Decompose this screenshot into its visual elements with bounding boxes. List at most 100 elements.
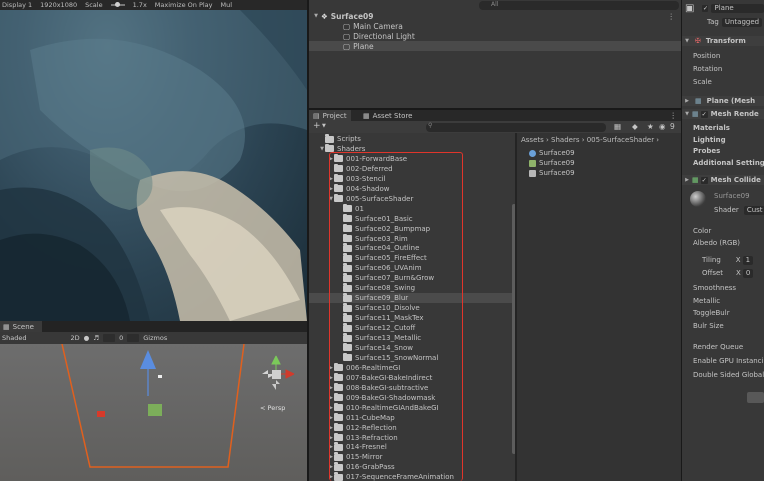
scene-menu-icon[interactable]: ⋮ xyxy=(668,12,676,21)
effects-dropdown[interactable] xyxy=(103,334,116,342)
mute-toggle[interactable]: Mul xyxy=(221,1,233,9)
scene-orientation-gizmo-icon[interactable] xyxy=(254,352,298,396)
material-sphere-icon xyxy=(529,149,536,157)
component-title: Plane (Mesh xyxy=(706,97,756,105)
scale-value: 1.7x xyxy=(132,1,147,9)
create-button[interactable]: + xyxy=(313,121,321,131)
highlight-annotation-box xyxy=(329,152,463,481)
inspector-field-label: ToggleBulr xyxy=(693,309,730,317)
audio-toggle-icon[interactable]: ♬ xyxy=(93,334,99,342)
unity-scene-icon: ❖ xyxy=(321,11,328,21)
breadcrumb[interactable]: Assets › Shaders › 005-SurfaceShader › xyxy=(521,136,659,144)
project-search-input[interactable] xyxy=(426,123,606,132)
shader-row: Shader Cust xyxy=(682,205,764,215)
transform-component-header[interactable]: ▼ ✠ Transform xyxy=(682,36,764,46)
transform-icon: ✠ xyxy=(695,37,701,45)
favorite-star-icon[interactable]: ★ xyxy=(647,122,654,131)
inspector-field-label: Albedo (RGB) xyxy=(693,239,740,247)
offset-x-field[interactable]: 0 xyxy=(742,268,754,278)
offset-label: Offset xyxy=(702,269,724,277)
mode-2d-button[interactable]: 2D xyxy=(70,334,79,342)
expand-arrow-icon[interactable]: ▼ xyxy=(684,111,690,117)
shader-dropdown[interactable]: Cust xyxy=(743,205,764,215)
inspector-field-label: Double Sided Global xyxy=(693,371,764,379)
inspector-field-label: Color xyxy=(693,227,712,235)
hierarchy-item-plane[interactable]: ▢ Plane xyxy=(309,41,681,51)
hierarchy-item-directional-light[interactable]: ▢ Directional Light xyxy=(309,31,681,41)
pane-divider[interactable] xyxy=(515,133,517,481)
component-enabled-checkbox[interactable]: ✓ xyxy=(700,110,708,118)
tiling-x-field[interactable]: 1 xyxy=(742,255,754,265)
game-render xyxy=(0,10,307,321)
tab-scene[interactable]: ▦ Scene xyxy=(0,321,42,332)
scale-label: Scale xyxy=(85,1,103,9)
tag-row: Tag Untagged xyxy=(682,17,764,27)
tab-project[interactable]: ▤ Project xyxy=(309,110,351,121)
filter-by-label-icon[interactable]: ◆ xyxy=(632,122,638,131)
mesh-renderer-component-header[interactable]: ▼ ▦ ✓ Mesh Rende xyxy=(682,109,764,119)
hidden-objects-count[interactable]: 0 xyxy=(119,334,123,342)
mesh-collider-component-header[interactable]: ▶ ▦ ✓ Mesh Collide xyxy=(682,175,764,185)
display-dropdown[interactable]: Display 1 xyxy=(2,1,32,9)
component-title: Mesh Collide xyxy=(710,176,761,184)
hierarchy-search-input[interactable]: All xyxy=(479,1,679,10)
tiling-x-label: X xyxy=(735,256,741,264)
filter-by-type-icon[interactable]: ▦ xyxy=(614,122,621,131)
folder-icon xyxy=(325,134,334,143)
asset-label: Surface09 xyxy=(539,169,575,177)
add-component-button[interactable] xyxy=(747,392,764,403)
gizmos-dropdown[interactable]: Gizmos xyxy=(143,334,167,342)
folder-tree-item[interactable]: Scripts xyxy=(309,134,515,144)
scene-toolbar: Shaded 2D ● ♬ 0 Gizmos xyxy=(0,332,307,344)
object-name-field[interactable]: Plane xyxy=(711,3,764,13)
tiling-row: Tiling X 1 xyxy=(682,255,764,265)
game-toolbar: Display 1 1920x1080 Scale 1.7x Maximize … xyxy=(0,0,307,10)
project-asset-pane[interactable]: Assets › Shaders › 005-SurfaceShader › S… xyxy=(517,133,681,481)
tab-label: Asset Store xyxy=(372,111,413,120)
hierarchy-panel: All ▼ ❖ Surface09 ⋮ ▢ Main Camera ▢ Dire… xyxy=(309,0,681,108)
visibility-eye-icon[interactable]: ◉ xyxy=(659,122,666,131)
inspector-field-label: Render Queue xyxy=(693,343,744,351)
lighting-toggle-icon[interactable]: ● xyxy=(84,334,90,342)
scene-tab-label: Scene xyxy=(12,322,34,331)
gameobject-cube-icon: ▢ xyxy=(343,41,351,51)
collapse-arrow-icon[interactable]: ▼ xyxy=(313,13,319,19)
hierarchy-item-main-camera[interactable]: ▢ Main Camera xyxy=(309,21,681,31)
scene-icon xyxy=(529,159,536,167)
gameobject-cube-icon: ▢ xyxy=(343,31,351,41)
scene-name: Surface09 xyxy=(330,11,374,21)
perspective-label[interactable]: < Persp xyxy=(260,404,285,412)
expand-arrow-icon[interactable]: ▶ xyxy=(684,98,690,104)
panel-divider[interactable] xyxy=(307,0,309,481)
asset-item[interactable]: Surface09 xyxy=(529,168,575,178)
panel-menu-icon[interactable]: ⋮ xyxy=(670,111,678,120)
resolution-dropdown[interactable]: 1920x1080 xyxy=(40,1,77,9)
expand-arrow-icon[interactable]: ▶ xyxy=(684,177,690,183)
tab-label: Project xyxy=(322,111,347,120)
scale-slider[interactable] xyxy=(110,2,125,7)
asset-item[interactable]: Surface09 xyxy=(529,148,575,158)
component-enabled-checkbox[interactable]: ✓ xyxy=(700,176,708,184)
tag-dropdown[interactable]: Untagged xyxy=(721,17,763,27)
offset-x-label: X xyxy=(736,269,741,277)
shader-icon xyxy=(529,169,536,177)
game-view[interactable] xyxy=(0,10,307,321)
create-dropdown-icon[interactable]: ▼ xyxy=(322,123,326,129)
scene-view[interactable]: < Persp xyxy=(0,344,307,481)
panel-divider[interactable] xyxy=(309,108,681,110)
inspector-field-label: Enable GPU Instanci xyxy=(693,357,764,365)
hierarchy-item-label: Plane xyxy=(353,41,374,51)
tab-asset-store[interactable]: ▦ Asset Store xyxy=(359,110,417,121)
camera-settings-icon[interactable] xyxy=(127,334,140,342)
panel-divider[interactable] xyxy=(681,0,682,481)
maximize-on-play-toggle[interactable]: Maximize On Play xyxy=(155,1,213,9)
mesh-filter-component-header[interactable]: ▶ ▦ Plane (Mesh xyxy=(682,96,764,106)
asset-item[interactable]: Surface09 xyxy=(529,158,575,168)
expand-arrow-icon[interactable]: ▼ xyxy=(684,38,690,44)
inspector-field-label: Rotation xyxy=(693,65,723,73)
hierarchy-scene-root[interactable]: ▼ ❖ Surface09 ⋮ xyxy=(309,11,681,21)
mesh-collider-icon: ▦ xyxy=(692,176,699,184)
shading-mode-dropdown[interactable]: Shaded xyxy=(2,334,26,342)
material-name: Surface09 xyxy=(714,192,750,200)
active-checkbox[interactable]: ✓ xyxy=(702,4,709,12)
